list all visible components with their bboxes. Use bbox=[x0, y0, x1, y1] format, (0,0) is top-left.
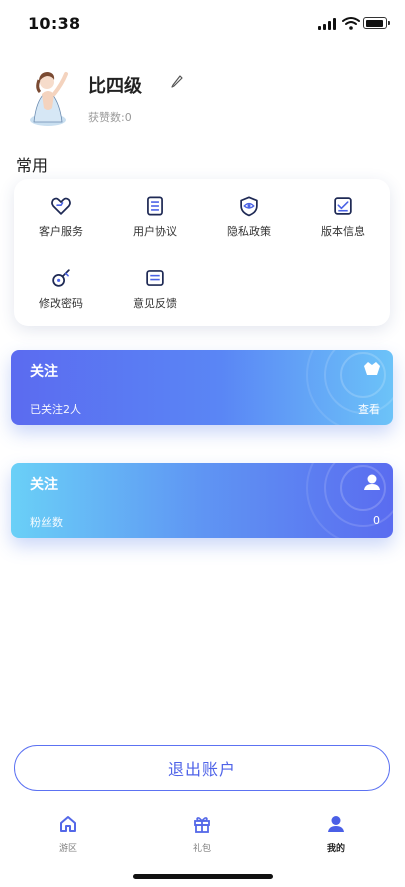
tab-game-zone[interactable]: 游区 bbox=[38, 814, 98, 854]
username: 比四级 bbox=[88, 76, 142, 97]
section-title-frequent: 常用 bbox=[16, 156, 49, 175]
key-icon bbox=[52, 269, 70, 287]
shield-eye-icon bbox=[240, 196, 258, 217]
frequent-card: 客户服务 用户协议 隐私政策 版本信息 修改密码 意见反馈 bbox=[14, 179, 390, 326]
following-card-title: 关注 bbox=[30, 364, 58, 380]
menu-item-label: 用户协议 bbox=[133, 225, 177, 238]
following-count: 已关注2人 bbox=[30, 403, 81, 416]
tab-gift-pack[interactable]: 礼包 bbox=[172, 814, 232, 854]
menu-item-label: 客户服务 bbox=[39, 225, 83, 238]
status-bar: 10:38 bbox=[0, 0, 405, 44]
menu-item-label: 版本信息 bbox=[321, 225, 365, 238]
tab-label: 我的 bbox=[326, 844, 345, 854]
checklist-icon bbox=[334, 197, 352, 215]
tab-label: 礼包 bbox=[192, 844, 211, 854]
menu-item-label: 修改密码 bbox=[39, 297, 83, 310]
tab-bar: 游区 礼包 我的 bbox=[0, 808, 405, 868]
logout-button[interactable]: 退出账户 bbox=[14, 745, 390, 791]
view-link[interactable]: 查看 bbox=[358, 401, 380, 417]
menu-item-feedback[interactable]: 意见反馈 bbox=[108, 251, 202, 311]
menu-item-version-info[interactable]: 版本信息 bbox=[296, 179, 390, 239]
fans-count: 0 bbox=[373, 514, 380, 527]
likes-count: 获赞数:0 bbox=[88, 111, 132, 124]
following-card[interactable]: 关注 已关注2人 查看 bbox=[11, 350, 393, 425]
home-indicator bbox=[133, 874, 273, 879]
home-icon bbox=[60, 816, 76, 832]
gift-icon bbox=[194, 817, 210, 833]
edit-name-icon[interactable] bbox=[170, 74, 184, 88]
crown-icon bbox=[364, 362, 380, 375]
fans-card-title: 关注 bbox=[30, 477, 58, 493]
fans-card[interactable]: 关注 粉丝数 0 bbox=[11, 463, 393, 538]
menu-item-customer-service[interactable]: 客户服务 bbox=[14, 179, 108, 239]
menu-item-privacy-policy[interactable]: 隐私政策 bbox=[202, 179, 296, 239]
user-icon bbox=[364, 474, 380, 490]
wifi-icon bbox=[342, 17, 360, 30]
battery-icon bbox=[363, 17, 390, 29]
menu-item-change-password[interactable]: 修改密码 bbox=[14, 251, 108, 311]
cellular-signal-icon bbox=[318, 18, 338, 30]
status-time: 10:38 bbox=[28, 14, 81, 33]
heart-icon bbox=[51, 197, 71, 215]
menu-item-label: 隐私政策 bbox=[227, 225, 271, 238]
avatar[interactable] bbox=[22, 64, 74, 128]
user-icon bbox=[328, 816, 344, 832]
tab-label: 游区 bbox=[58, 844, 77, 854]
menu-item-label: 意见反馈 bbox=[133, 297, 177, 310]
feedback-icon bbox=[146, 270, 164, 286]
document-list-icon bbox=[147, 196, 163, 216]
fans-label: 粉丝数 bbox=[30, 516, 63, 529]
tab-mine[interactable]: 我的 bbox=[306, 814, 366, 854]
menu-item-user-agreement[interactable]: 用户协议 bbox=[108, 179, 202, 239]
